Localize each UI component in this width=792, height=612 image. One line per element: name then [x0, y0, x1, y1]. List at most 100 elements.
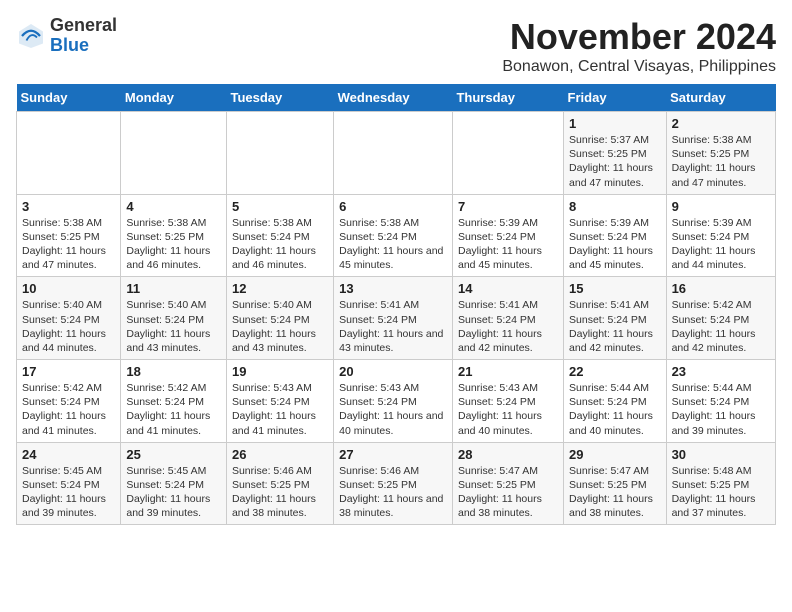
calendar-cell: 3 Sunrise: 5:38 AMSunset: 5:25 PMDaylight… [17, 194, 121, 277]
day-info: Sunrise: 5:45 AMSunset: 5:24 PMDaylight:… [126, 464, 221, 521]
day-info: Sunrise: 5:42 AMSunset: 5:24 PMDaylight:… [22, 381, 115, 438]
day-info: Sunrise: 5:44 AMSunset: 5:24 PMDaylight:… [672, 381, 770, 438]
calendar-cell: 20 Sunrise: 5:43 AMSunset: 5:24 PMDayligh… [334, 360, 453, 443]
calendar-cell: 1Sunrise: 5:37 AMSunset: 5:25 PMDaylight… [564, 112, 667, 195]
calendar-cell: 18Sunrise: 5:42 AMSunset: 5:24 PMDayligh… [121, 360, 227, 443]
day-number: 13 [339, 281, 447, 296]
day-info: Sunrise: 5:42 AMSunset: 5:24 PMDaylight:… [672, 298, 770, 355]
logo-icon [16, 21, 46, 51]
day-info: Sunrise: 5:47 AMSunset: 5:25 PMDaylight:… [569, 464, 661, 521]
day-number: 23 [672, 364, 770, 379]
day-number: 19 [232, 364, 328, 379]
day-info: Sunrise: 5:39 AMSunset: 5:24 PMDaylight:… [569, 216, 661, 273]
day-info: Sunrise: 5:48 AMSunset: 5:25 PMDaylight:… [672, 464, 770, 521]
day-number: 3 [22, 199, 115, 214]
calendar-cell: 29 Sunrise: 5:47 AMSunset: 5:25 PMDayligh… [564, 442, 667, 525]
weekday-header-monday: Monday [121, 84, 227, 112]
calendar-cell: 25Sunrise: 5:45 AMSunset: 5:24 PMDayligh… [121, 442, 227, 525]
calendar-cell: 13 Sunrise: 5:41 AMSunset: 5:24 PMDayligh… [334, 277, 453, 360]
calendar-cell: 27 Sunrise: 5:46 AMSunset: 5:25 PMDayligh… [334, 442, 453, 525]
calendar-cell: 23 Sunrise: 5:44 AMSunset: 5:24 PMDayligh… [666, 360, 775, 443]
calendar-cell: 30 Sunrise: 5:48 AMSunset: 5:25 PMDayligh… [666, 442, 775, 525]
day-info: Sunrise: 5:38 AMSunset: 5:24 PMDaylight:… [232, 216, 328, 273]
day-info: Sunrise: 5:37 AMSunset: 5:25 PMDaylight:… [569, 133, 661, 190]
day-number: 16 [672, 281, 770, 296]
day-info: Sunrise: 5:41 AMSunset: 5:24 PMDaylight:… [458, 298, 558, 355]
calendar-cell: 10Sunrise: 5:40 AMSunset: 5:24 PMDayligh… [17, 277, 121, 360]
location-title: Bonawon, Central Visayas, Philippines [502, 58, 776, 76]
calendar-cell: 7Sunrise: 5:39 AMSunset: 5:24 PMDaylight… [452, 194, 563, 277]
calendar-cell: 14 Sunrise: 5:41 AMSunset: 5:24 PMDayligh… [452, 277, 563, 360]
month-title: November 2024 [502, 16, 776, 58]
calendar-week-3: 17 Sunrise: 5:42 AMSunset: 5:24 PMDayligh… [17, 360, 776, 443]
day-number: 9 [672, 199, 770, 214]
calendar-week-4: 24 Sunrise: 5:45 AMSunset: 5:24 PMDayligh… [17, 442, 776, 525]
day-info: Sunrise: 5:41 AMSunset: 5:24 PMDaylight:… [339, 298, 447, 355]
day-number: 24 [22, 447, 115, 462]
day-number: 29 [569, 447, 661, 462]
calendar-cell: 15Sunrise: 5:41 AMSunset: 5:24 PMDayligh… [564, 277, 667, 360]
weekday-header-saturday: Saturday [666, 84, 775, 112]
weekday-header-row: SundayMondayTuesdayWednesdayThursdayFrid… [17, 84, 776, 112]
calendar-cell: 8 Sunrise: 5:39 AMSunset: 5:24 PMDaylight… [564, 194, 667, 277]
day-info: Sunrise: 5:47 AMSunset: 5:25 PMDaylight:… [458, 464, 558, 521]
calendar-cell: 24Sunrise: 5:45 AMSunset: 5:24 PMDayligh… [17, 442, 121, 525]
day-number: 5 [232, 199, 328, 214]
day-info: Sunrise: 5:40 AMSunset: 5:24 PMDaylight:… [22, 298, 115, 355]
calendar-body: 1Sunrise: 5:37 AMSunset: 5:25 PMDaylight… [17, 112, 776, 525]
day-info: Sunrise: 5:46 AMSunset: 5:25 PMDaylight:… [232, 464, 328, 521]
day-number: 26 [232, 447, 328, 462]
calendar-cell: 9 Sunrise: 5:39 AMSunset: 5:24 PMDaylight… [666, 194, 775, 277]
calendar-cell: 2 Sunrise: 5:38 AMSunset: 5:25 PMDaylight… [666, 112, 775, 195]
calendar-cell [452, 112, 563, 195]
calendar-cell: 12 Sunrise: 5:40 AMSunset: 5:24 PMDayligh… [226, 277, 333, 360]
day-number: 7 [458, 199, 558, 214]
day-number: 21 [458, 364, 558, 379]
header: General Blue November 2024 Bonawon, Cent… [16, 16, 776, 76]
logo-text: General Blue [50, 16, 117, 56]
day-info: Sunrise: 5:42 AMSunset: 5:24 PMDaylight:… [126, 381, 221, 438]
day-info: Sunrise: 5:40 AMSunset: 5:24 PMDaylight:… [126, 298, 221, 355]
calendar-cell: 4Sunrise: 5:38 AMSunset: 5:25 PMDaylight… [121, 194, 227, 277]
calendar-header: SundayMondayTuesdayWednesdayThursdayFrid… [17, 84, 776, 112]
day-number: 6 [339, 199, 447, 214]
day-number: 17 [22, 364, 115, 379]
logo: General Blue [16, 16, 117, 56]
day-number: 28 [458, 447, 558, 462]
day-number: 30 [672, 447, 770, 462]
calendar-cell: 16 Sunrise: 5:42 AMSunset: 5:24 PMDayligh… [666, 277, 775, 360]
calendar-cell [334, 112, 453, 195]
day-info: Sunrise: 5:39 AMSunset: 5:24 PMDaylight:… [672, 216, 770, 273]
day-info: Sunrise: 5:46 AMSunset: 5:25 PMDaylight:… [339, 464, 447, 521]
day-number: 12 [232, 281, 328, 296]
day-info: Sunrise: 5:40 AMSunset: 5:24 PMDaylight:… [232, 298, 328, 355]
day-info: Sunrise: 5:43 AMSunset: 5:24 PMDaylight:… [339, 381, 447, 438]
calendar-cell: 5 Sunrise: 5:38 AMSunset: 5:24 PMDaylight… [226, 194, 333, 277]
day-info: Sunrise: 5:43 AMSunset: 5:24 PMDaylight:… [232, 381, 328, 438]
calendar-cell [226, 112, 333, 195]
calendar-cell: 21Sunrise: 5:43 AMSunset: 5:24 PMDayligh… [452, 360, 563, 443]
day-info: Sunrise: 5:38 AMSunset: 5:25 PMDaylight:… [672, 133, 770, 190]
day-number: 27 [339, 447, 447, 462]
calendar-week-2: 10Sunrise: 5:40 AMSunset: 5:24 PMDayligh… [17, 277, 776, 360]
day-number: 14 [458, 281, 558, 296]
day-number: 11 [126, 281, 221, 296]
calendar-cell: 6 Sunrise: 5:38 AMSunset: 5:24 PMDaylight… [334, 194, 453, 277]
day-number: 8 [569, 199, 661, 214]
calendar-week-1: 3 Sunrise: 5:38 AMSunset: 5:25 PMDaylight… [17, 194, 776, 277]
weekday-header-wednesday: Wednesday [334, 84, 453, 112]
weekday-header-tuesday: Tuesday [226, 84, 333, 112]
day-info: Sunrise: 5:41 AMSunset: 5:24 PMDaylight:… [569, 298, 661, 355]
weekday-header-sunday: Sunday [17, 84, 121, 112]
calendar-cell [17, 112, 121, 195]
day-number: 20 [339, 364, 447, 379]
calendar-cell [121, 112, 227, 195]
title-area: November 2024 Bonawon, Central Visayas, … [502, 16, 776, 76]
calendar-cell: 17 Sunrise: 5:42 AMSunset: 5:24 PMDayligh… [17, 360, 121, 443]
day-info: Sunrise: 5:38 AMSunset: 5:24 PMDaylight:… [339, 216, 447, 273]
day-info: Sunrise: 5:38 AMSunset: 5:25 PMDaylight:… [22, 216, 115, 273]
day-number: 2 [672, 116, 770, 131]
weekday-header-thursday: Thursday [452, 84, 563, 112]
day-number: 4 [126, 199, 221, 214]
calendar-cell: 19 Sunrise: 5:43 AMSunset: 5:24 PMDayligh… [226, 360, 333, 443]
